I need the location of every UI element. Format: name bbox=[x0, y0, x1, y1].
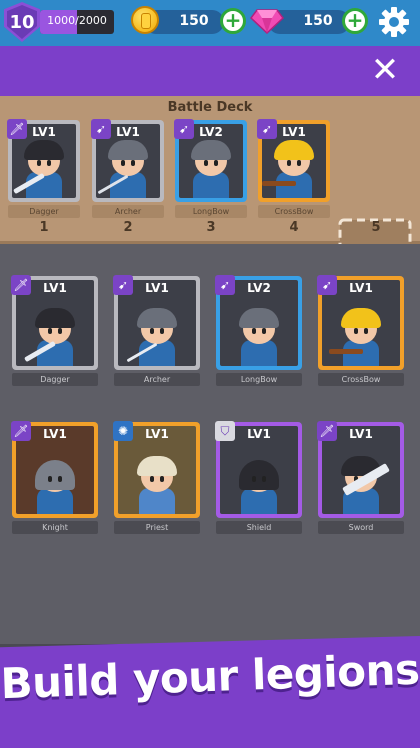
sun-icon: ✺ bbox=[113, 421, 133, 441]
bow-icon: ➹ bbox=[113, 275, 133, 295]
collection-card-dagger[interactable]: LV1 🗡 Dagger bbox=[11, 275, 98, 386]
card-name: Sword bbox=[318, 521, 404, 534]
bow-icon: ➹ bbox=[215, 275, 235, 295]
card-name: Dagger bbox=[12, 373, 98, 386]
add-coins-button[interactable]: + bbox=[220, 8, 246, 34]
slot-number: 3 bbox=[206, 220, 216, 235]
sword-icon: 🗡 bbox=[11, 275, 31, 295]
bow-icon: ➹ bbox=[317, 275, 337, 295]
slot-number: 1 bbox=[39, 220, 49, 235]
sword-figure bbox=[331, 444, 391, 514]
collection-card-priest[interactable]: LV1 ✺ Priest bbox=[113, 421, 200, 534]
card-name: CrossBow bbox=[258, 205, 330, 218]
card-name: Knight bbox=[12, 521, 98, 534]
deck-title: Battle Deck bbox=[167, 100, 253, 115]
card-name: Shield bbox=[216, 521, 302, 534]
card-collection: LV1 🗡 Dagger LV1 ➹ Archer LV2 ➹ LongBow … bbox=[0, 244, 420, 644]
card-name: Dagger bbox=[8, 205, 80, 218]
collection-card-longbow[interactable]: LV2 ➹ LongBow bbox=[215, 275, 302, 386]
card-name: Archer bbox=[114, 373, 200, 386]
slot-number: 5 bbox=[371, 220, 381, 235]
collection-card-crossbow[interactable]: LV1 ➹ CrossBow bbox=[317, 275, 404, 386]
close-button[interactable]: ✕ bbox=[368, 53, 402, 88]
xp-bar: 1000/2000 bbox=[40, 10, 114, 34]
coin-amount: 150 bbox=[179, 13, 209, 29]
gear-icon[interactable] bbox=[378, 6, 410, 38]
card-name: CrossBow bbox=[318, 373, 404, 386]
slot-number: 2 bbox=[123, 220, 133, 235]
sword-icon: 🗡 bbox=[7, 119, 27, 139]
add-gems-button[interactable]: + bbox=[342, 8, 368, 34]
xp-text: 1000/2000 bbox=[47, 14, 107, 27]
card-name: LongBow bbox=[175, 205, 247, 218]
shield-icon: ⛉ bbox=[215, 421, 235, 441]
crossbow-figure bbox=[329, 296, 391, 366]
card-name: LongBow bbox=[216, 373, 302, 386]
knight-figure bbox=[25, 444, 85, 514]
panel-header: ✕ bbox=[0, 46, 420, 96]
level-shield-icon: 10 bbox=[4, 2, 40, 42]
deck-card-archer[interactable]: LV1 ➹ Archer bbox=[91, 119, 164, 218]
sword-icon: 🗡 bbox=[317, 421, 337, 441]
sword-icon: 🗡 bbox=[11, 421, 31, 441]
collection-card-archer[interactable]: LV1 ➹ Archer bbox=[113, 275, 200, 386]
longbow-figure bbox=[229, 296, 289, 366]
deck-card-longbow[interactable]: LV2 ➹ LongBow bbox=[174, 119, 247, 218]
deck-card-dagger[interactable]: LV1 🗡 Dagger bbox=[7, 119, 80, 218]
player-level: 10 bbox=[9, 11, 35, 33]
gem-amount: 150 bbox=[303, 13, 333, 29]
bow-icon: ➹ bbox=[174, 119, 194, 139]
priest-figure bbox=[127, 444, 187, 514]
card-name: Priest bbox=[114, 521, 200, 534]
card-name: Archer bbox=[92, 205, 164, 218]
deck-card-crossbow[interactable]: LV1 ➹ CrossBow bbox=[257, 119, 330, 218]
archer-figure bbox=[126, 296, 187, 366]
top-bar: 10 1000/2000 150 + 150 + bbox=[0, 0, 420, 46]
slot-number: 4 bbox=[289, 220, 299, 235]
collection-card-sword[interactable]: LV1 🗡 Sword bbox=[317, 421, 404, 534]
gem-icon bbox=[250, 9, 284, 34]
bow-icon: ➹ bbox=[91, 119, 111, 139]
battle-deck: Battle Deck LV1 🗡 Dagger LV1 ➹ Archer LV… bbox=[0, 96, 420, 302]
coin-icon bbox=[131, 6, 159, 34]
collection-card-shield[interactable]: LV1 ⛉ Shield bbox=[215, 421, 302, 534]
collection-card-knight[interactable]: LV1 🗡 Knight bbox=[11, 421, 98, 534]
bow-icon: ➹ bbox=[257, 119, 277, 139]
shield-figure bbox=[229, 444, 289, 514]
dagger-figure bbox=[24, 296, 85, 366]
